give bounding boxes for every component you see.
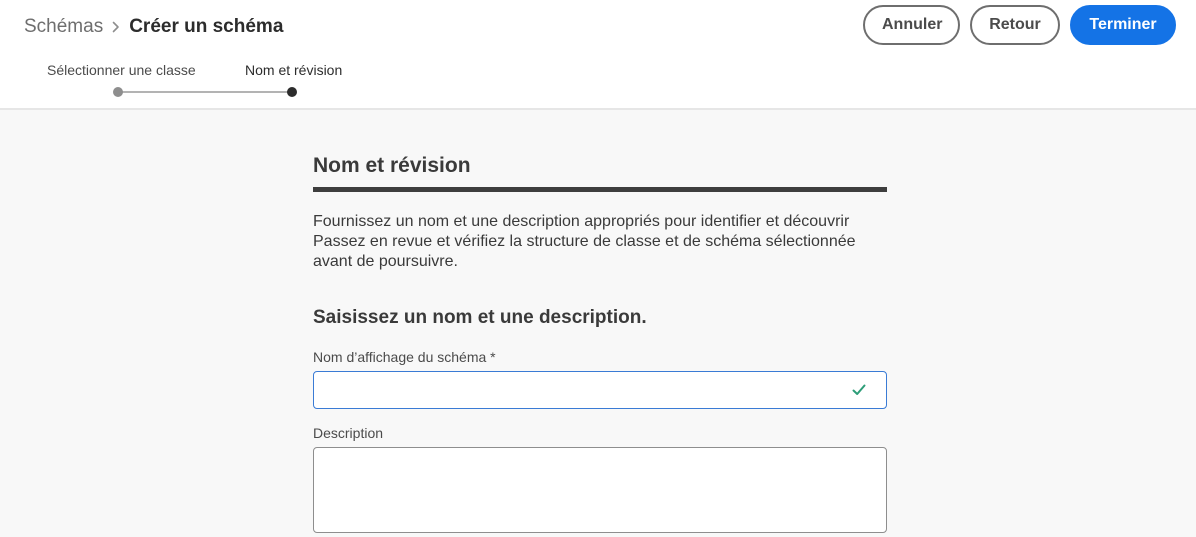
intro-text: Fournissez un nom et une description app… xyxy=(313,212,873,272)
schema-name-field xyxy=(313,371,887,409)
schema-name-input[interactable] xyxy=(314,372,886,408)
breadcrumb-schemas-link[interactable]: Schémas xyxy=(24,16,103,38)
description-field xyxy=(313,447,887,533)
intro-line: avant de poursuivre. xyxy=(313,253,458,270)
description-textarea[interactable] xyxy=(314,448,886,532)
step-dot-completed[interactable] xyxy=(113,87,123,97)
back-button[interactable]: Retour xyxy=(970,5,1060,45)
step-dot-current xyxy=(287,87,297,97)
section-title: Nom et révision xyxy=(313,154,471,177)
chevron-right-icon xyxy=(103,18,129,36)
stepper-track xyxy=(118,91,292,93)
form-title: Saisissez un nom et une description. xyxy=(313,307,647,328)
top-bar: Schémas Créer un schéma Annuler Retour T… xyxy=(0,0,1196,110)
page-title: Créer un schéma xyxy=(129,16,284,37)
description-label: Description xyxy=(313,425,384,441)
step-label-name-review: Nom et révision xyxy=(245,62,343,78)
stepper: Sélectionner une classe Nom et révision xyxy=(0,58,400,103)
schema-name-label: Nom d’affichage du schéma * xyxy=(313,349,496,365)
breadcrumb: Schémas Créer un schéma xyxy=(24,14,283,40)
finish-button[interactable]: Terminer xyxy=(1070,5,1176,45)
intro-line: Passez en revue et vérifiez la structure… xyxy=(313,233,856,250)
checkmark-icon xyxy=(852,384,866,395)
section-divider xyxy=(313,187,887,192)
intro-line: Fournissez un nom et une description app… xyxy=(313,213,850,230)
header-actions: Annuler Retour Terminer xyxy=(863,5,1176,45)
main-content: Nom et révision Fournissez un nom et une… xyxy=(313,150,887,533)
step-label-select-class[interactable]: Sélectionner une classe xyxy=(47,62,196,78)
cancel-button[interactable]: Annuler xyxy=(863,5,960,45)
